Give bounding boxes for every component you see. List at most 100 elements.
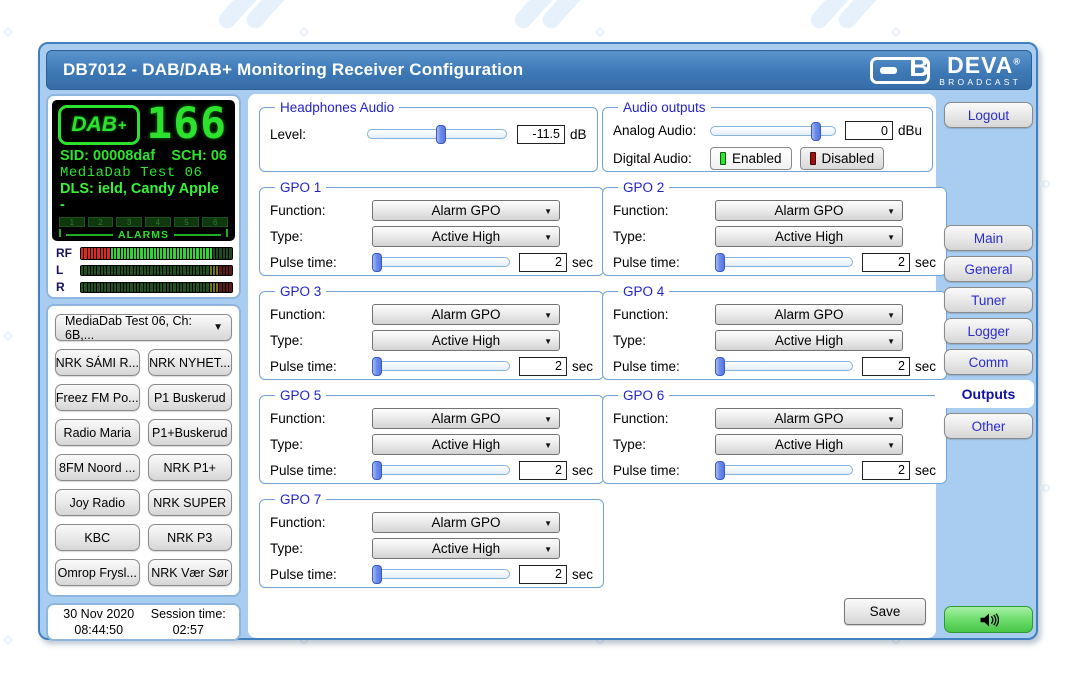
gpo-type-select[interactable]: Active High ▼ <box>372 226 560 247</box>
station-button[interactable]: NRK Vær Sør <box>148 559 233 586</box>
page-title: DB7012 - DAB/DAB+ Monitoring Receiver Co… <box>63 60 523 80</box>
gpo-panel: GPO 4 Function: Alarm GPO ▼ Type: Active… <box>602 284 947 380</box>
gpo-function-select[interactable]: Alarm GPO ▼ <box>372 512 560 533</box>
headphones-audio-panel: Headphones Audio Level: dB <box>259 100 598 172</box>
gpo-function-select[interactable]: Alarm GPO ▼ <box>372 304 560 325</box>
listen-button[interactable] <box>944 606 1033 633</box>
dls-label: DLS: <box>60 181 94 197</box>
headphones-level-value[interactable] <box>517 125 565 144</box>
gpo-pulse-time-value[interactable] <box>862 357 910 376</box>
gpo-pulse-time-slider-thumb[interactable] <box>372 461 382 480</box>
station-button[interactable]: NRK P3 <box>148 524 233 551</box>
gpo-type-select[interactable]: Active High ▼ <box>372 538 560 559</box>
headphones-level-slider-thumb[interactable] <box>436 125 446 144</box>
gpo-function-select[interactable]: Alarm GPO ▼ <box>372 200 560 221</box>
gpo-pulse-time-slider[interactable] <box>715 465 853 475</box>
station-list-panel: MediaDab Test 06, Ch: 6B,... ▼ NRK SÁMI … <box>46 304 241 597</box>
analog-audio-value[interactable] <box>845 121 893 140</box>
save-button[interactable]: Save <box>844 598 926 625</box>
gpo-pulse-time-slider-thumb[interactable] <box>715 357 725 376</box>
sidebar-tab-other[interactable]: Other <box>944 413 1033 439</box>
gpo-type-select[interactable]: Active High ▼ <box>715 434 903 455</box>
rf-meter-bar <box>80 247 233 260</box>
ensemble-select[interactable]: MediaDab Test 06, Ch: 6B,... ▼ <box>55 314 232 341</box>
headphones-level-slider[interactable] <box>367 129 507 139</box>
chevron-down-icon: ▼ <box>887 311 895 320</box>
gpo-panel: GPO 6 Function: Alarm GPO ▼ Type: Active… <box>602 388 947 484</box>
station-button[interactable]: P1+Buskerud <box>148 419 233 446</box>
sidebar-tab-comm[interactable]: Comm <box>944 349 1033 375</box>
station-button[interactable]: NRK P1+ <box>148 454 233 481</box>
gpo-pulse-time-slider[interactable] <box>372 569 510 579</box>
station-button[interactable]: NRK NYHET... <box>148 349 233 376</box>
datetime-panel: 30 Nov 2020 08:44:50 Session time: 02:57 <box>46 603 241 641</box>
station-button[interactable]: NRK SUPER <box>148 489 233 516</box>
gpo-function-label: Function: <box>613 203 715 218</box>
app-window: DB7012 - DAB/DAB+ Monitoring Receiver Co… <box>38 42 1038 640</box>
gpo-type-select[interactable]: Active High ▼ <box>372 330 560 351</box>
gpo-pulse-time-unit: sec <box>572 255 593 270</box>
gpo-pulse-time-slider[interactable] <box>715 361 853 371</box>
gpo-type-select[interactable]: Active High ▼ <box>372 434 560 455</box>
gpo-pulse-time-slider[interactable] <box>372 361 510 371</box>
gpo-pulse-time-slider[interactable] <box>372 465 510 475</box>
headphones-audio-legend: Headphones Audio <box>275 100 399 115</box>
gpo-pulse-time-value[interactable] <box>519 565 567 584</box>
sidebar-tab-outputs[interactable]: Outputs <box>935 380 1034 408</box>
gpo-function-select[interactable]: Alarm GPO ▼ <box>715 408 903 429</box>
station-button[interactable]: NRK SÁMI R... <box>55 349 140 376</box>
chevron-down-icon: ▼ <box>887 233 895 242</box>
station-buttons: NRK SÁMI R... NRK NYHET... Freez FM Po... P… <box>55 349 232 586</box>
gpo-pulse-time-value[interactable] <box>519 461 567 480</box>
station-button[interactable]: 8FM Noord ... <box>55 454 140 481</box>
gpo-function-select[interactable]: Alarm GPO ▼ <box>715 200 903 221</box>
analog-audio-slider[interactable] <box>710 126 836 136</box>
gpo-pulse-time-slider-thumb[interactable] <box>372 357 382 376</box>
chevron-down-icon: ▼ <box>544 519 552 528</box>
signal-level-display: 166 <box>146 105 227 145</box>
gpo-pulse-time-unit: sec <box>572 359 593 374</box>
gpo-panel: GPO 5 Function: Alarm GPO ▼ Type: Active… <box>259 388 604 484</box>
sidebar-tab-main[interactable]: Main <box>944 225 1033 251</box>
chevron-down-icon: ▼ <box>887 207 895 216</box>
gpo-legend: GPO 5 <box>275 388 326 403</box>
gpo-pulse-time-slider-thumb[interactable] <box>372 565 382 584</box>
gpo-pulse-time-slider-thumb[interactable] <box>372 253 382 272</box>
station-button[interactable]: Radio Maria <box>55 419 140 446</box>
digital-audio-label: Digital Audio: <box>613 151 710 166</box>
gpo-pulse-time-value[interactable] <box>519 357 567 376</box>
gpo-type-select[interactable]: Active High ▼ <box>715 330 903 351</box>
gpo-pulse-time-value[interactable] <box>862 253 910 272</box>
chevron-down-icon: ▼ <box>887 441 895 450</box>
gpo-pulse-time-slider[interactable] <box>715 257 853 267</box>
gpo-function-select[interactable]: Alarm GPO ▼ <box>372 408 560 429</box>
digital-audio-disabled-button[interactable]: Disabled <box>800 147 885 170</box>
gpo-type-select[interactable]: Active High ▼ <box>715 226 903 247</box>
station-button[interactable]: P1 Buskerud <box>148 384 233 411</box>
sidebar-tab-general[interactable]: General <box>944 256 1033 282</box>
gpo-type-label: Type: <box>613 437 715 452</box>
station-button[interactable]: KBC <box>55 524 140 551</box>
station-button[interactable]: Joy Radio <box>55 489 140 516</box>
station-button[interactable]: Freez FM Po... <box>55 384 140 411</box>
digital-audio-enabled-button[interactable]: Enabled <box>710 147 792 170</box>
deva-db-icon: B <box>870 57 930 84</box>
logout-button[interactable]: Logout <box>944 102 1033 128</box>
analog-audio-label: Analog Audio: <box>613 123 710 138</box>
gpo-pulse-time-value[interactable] <box>862 461 910 480</box>
gpo-pulse-time-value[interactable] <box>519 253 567 272</box>
alarm-indicator: 6 <box>202 217 228 227</box>
gpo-pulse-time-slider-thumb[interactable] <box>715 253 725 272</box>
sidebar-tab-tuner[interactable]: Tuner <box>944 287 1033 313</box>
right-meter-label: R <box>56 280 80 294</box>
gpo-pulse-time-unit: sec <box>915 255 936 270</box>
ensemble-select-value: MediaDab Test 06, Ch: 6B,... <box>65 314 213 342</box>
gpo-function-select[interactable]: Alarm GPO ▼ <box>715 304 903 325</box>
sidebar-tab-logger[interactable]: Logger <box>944 318 1033 344</box>
analog-audio-slider-thumb[interactable] <box>811 122 821 141</box>
gpo-panel: GPO 3 Function: Alarm GPO ▼ Type: Active… <box>259 284 604 380</box>
gpo-pulse-time-slider[interactable] <box>372 257 510 267</box>
gpo-function-label: Function: <box>270 411 372 426</box>
gpo-pulse-time-slider-thumb[interactable] <box>715 461 725 480</box>
station-button[interactable]: Omrop Frysl... <box>55 559 140 586</box>
